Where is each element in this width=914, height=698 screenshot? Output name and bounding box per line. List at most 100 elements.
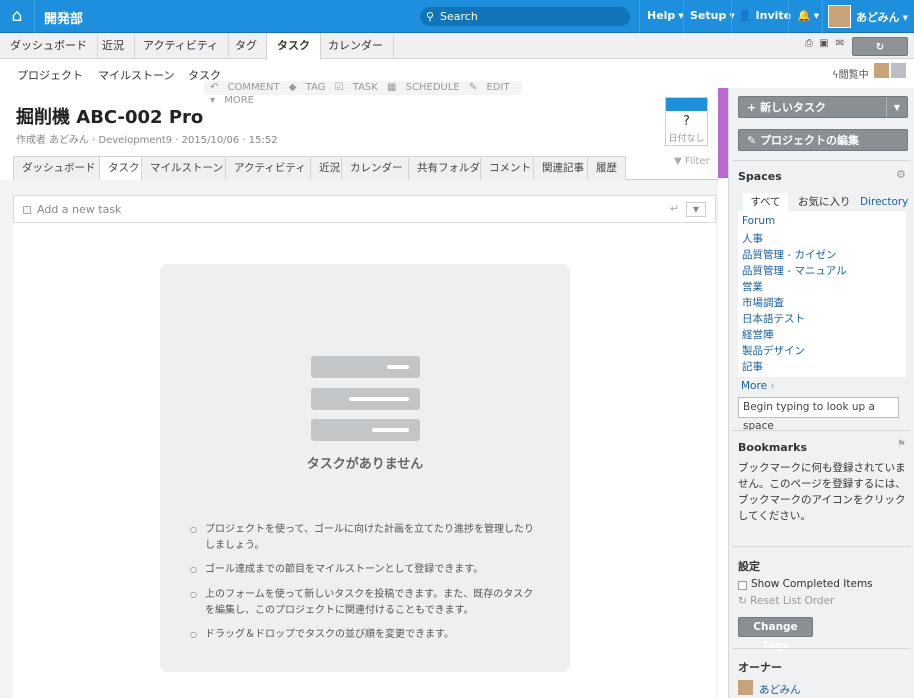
empty-title: タスクがありません xyxy=(306,457,424,472)
home-icon[interactable]: ⌂ xyxy=(6,6,28,26)
refresh-icon: ↻ xyxy=(738,595,747,607)
subtab-milestones[interactable]: マイルストーン xyxy=(98,67,174,83)
chevron-down-icon: ▼ xyxy=(813,12,820,20)
bookmarks-title: Bookmarks xyxy=(738,441,807,454)
viewing-indicator: ϟ閲覧中 xyxy=(832,70,869,81)
help-menu[interactable]: Help ▼ xyxy=(647,9,684,22)
search-icon: ⚲ xyxy=(426,10,435,23)
spaces-tab-all[interactable]: すべて xyxy=(743,193,788,211)
plus-icon: + xyxy=(747,101,757,114)
owner-link[interactable]: あどみん xyxy=(759,682,801,697)
page-meta: 作成者 あどみん · Development9 · 2015/10/06 · 1… xyxy=(16,135,278,146)
space-link[interactable]: 市場調査 xyxy=(742,295,784,310)
search-label: Search xyxy=(440,10,478,23)
chevron-down-icon[interactable]: ▼ xyxy=(886,97,907,117)
return-icon: ↵ xyxy=(670,202,680,215)
date-badge[interactable]: ? 日付なし xyxy=(665,97,708,146)
refresh-button[interactable]: ↻ Refresh xyxy=(852,37,908,72)
space-link[interactable]: Forum xyxy=(742,215,775,227)
print-icon[interactable]: ⎙ xyxy=(803,38,815,50)
setup-menu[interactable]: Setup ▼ xyxy=(690,9,735,22)
space-tabs: ダッシュボード 近況 アクティビティ タグ タスク カレンダー xyxy=(0,33,914,60)
ptab-dashboard[interactable]: ダッシュボード xyxy=(13,156,105,180)
gear-icon[interactable]: ⚙ xyxy=(896,168,906,181)
bookmarks-empty-text: ブックマークに何も登録されていません。このページを登録するには、ブックマークのア… xyxy=(738,462,906,522)
user-add-icon: 👤 xyxy=(738,9,752,22)
bell-icon: 🔔 xyxy=(797,9,811,22)
save-icon[interactable]: ▣ xyxy=(818,38,830,50)
date-badge-label: 日付なし xyxy=(668,134,705,144)
filter-button[interactable]: ▼ Filter xyxy=(674,156,710,167)
change-tags-button[interactable]: Change Tags xyxy=(738,617,813,652)
date-badge-value: ? xyxy=(683,114,690,129)
new-task-button[interactable]: + 新しいタスク ▼ xyxy=(738,96,908,118)
avatar[interactable] xyxy=(738,680,753,695)
spaces-tabs: すべて お気に入り Directory xyxy=(738,193,908,211)
invite-button[interactable]: 👤 Invite xyxy=(738,9,791,22)
divider xyxy=(683,0,684,33)
ptab-calendar[interactable]: カレンダー xyxy=(341,156,412,180)
ptab-activity[interactable]: アクティビティ xyxy=(225,156,315,180)
ptab-history[interactable]: 履歴 xyxy=(587,156,626,180)
bookmark-icon[interactable]: ⚑ xyxy=(897,439,906,450)
mail-icon[interactable]: ✉ xyxy=(834,38,846,50)
ptab-milestones[interactable]: マイルストーン xyxy=(141,156,232,180)
new-task-input[interactable]: Add a new task ↵ ▼ xyxy=(13,195,716,223)
ptab-shared-folder[interactable]: 共有フォルダ xyxy=(408,156,489,180)
avatar[interactable] xyxy=(874,63,889,78)
owner-title: オーナー xyxy=(738,661,782,674)
bolt-icon: ϟ xyxy=(832,70,839,81)
tab-dashboard[interactable]: ダッシュボード xyxy=(0,33,98,59)
ptab-related[interactable]: 関連記事 xyxy=(533,156,593,180)
pencil-icon: ✎ xyxy=(747,134,757,147)
ptab-comments[interactable]: コメント xyxy=(480,156,540,180)
space-link[interactable]: 製品デザイン xyxy=(742,343,805,358)
show-completed-checkbox[interactable] xyxy=(738,581,747,590)
subtab-projects[interactable]: プロジェクト xyxy=(17,67,83,83)
category-stripe xyxy=(718,88,728,178)
tab-tasks[interactable]: タスク xyxy=(266,33,321,60)
tab-tags[interactable]: タグ xyxy=(225,33,268,59)
space-title[interactable]: 開発部 xyxy=(44,8,83,27)
tab-activity[interactable]: アクティビティ xyxy=(133,33,230,59)
tab-updates[interactable]: 近況 xyxy=(92,33,135,59)
edit-project-button[interactable]: ✎ プロジェクトの編集 xyxy=(738,129,908,151)
comment-action[interactable]: ↶ COMMENT xyxy=(210,82,280,93)
space-link[interactable]: 記事 xyxy=(742,359,763,374)
space-link[interactable]: 品質管理 - カイゼン xyxy=(742,247,836,262)
divider xyxy=(788,0,789,33)
space-link[interactable]: 人事 xyxy=(742,231,763,246)
search-input[interactable]: ⚲ Search xyxy=(420,7,630,26)
schedule-action[interactable]: ▦ SCHEDULE xyxy=(387,82,460,93)
space-link[interactable]: 営業 xyxy=(742,279,763,294)
new-task-placeholder: Add a new task xyxy=(37,203,122,216)
space-link[interactable]: 日本語テスト xyxy=(742,311,805,326)
more-action[interactable]: ▾ MORE xyxy=(210,95,254,106)
refresh-icon: ↻ xyxy=(875,42,885,53)
tab-calendar[interactable]: カレンダー xyxy=(318,33,394,59)
edit-action[interactable]: ✎ EDIT xyxy=(469,82,510,93)
task-action[interactable]: ☑ TASK xyxy=(335,82,378,93)
space-link[interactable]: 経営陣 xyxy=(742,327,774,342)
empty-list-icon xyxy=(311,419,420,441)
show-completed-label[interactable]: Show Completed Items xyxy=(751,578,873,590)
action-bar: ↶ COMMENT ◆ TAG ☑ TASK ▦ SCHEDULE ✎ EDIT… xyxy=(204,81,522,106)
avatar[interactable] xyxy=(891,63,906,78)
divider xyxy=(732,160,910,161)
divider xyxy=(822,0,823,33)
user-menu[interactable]: あどみん ▼ xyxy=(856,9,908,25)
empty-list-icon xyxy=(311,388,420,410)
more-spaces-link[interactable]: More › xyxy=(741,380,775,392)
notifications-button[interactable]: 🔔 ▼ xyxy=(797,9,819,22)
filter-icon: ▼ xyxy=(674,156,682,167)
tag-action[interactable]: ◆ TAG xyxy=(289,82,326,93)
reset-list-order[interactable]: ↻ Reset List Order xyxy=(738,595,834,607)
chevron-down-icon[interactable]: ▼ xyxy=(686,202,706,217)
spaces-tab-directory[interactable]: Directory xyxy=(860,193,908,211)
divider xyxy=(732,546,910,547)
space-lookup-input[interactable]: Begin typing to look up a space xyxy=(738,397,899,432)
spaces-tab-favorites[interactable]: お気に入り xyxy=(798,193,851,211)
divider xyxy=(732,648,910,649)
space-link[interactable]: 品質管理 - マニュアル xyxy=(742,263,847,278)
avatar[interactable] xyxy=(828,5,851,28)
